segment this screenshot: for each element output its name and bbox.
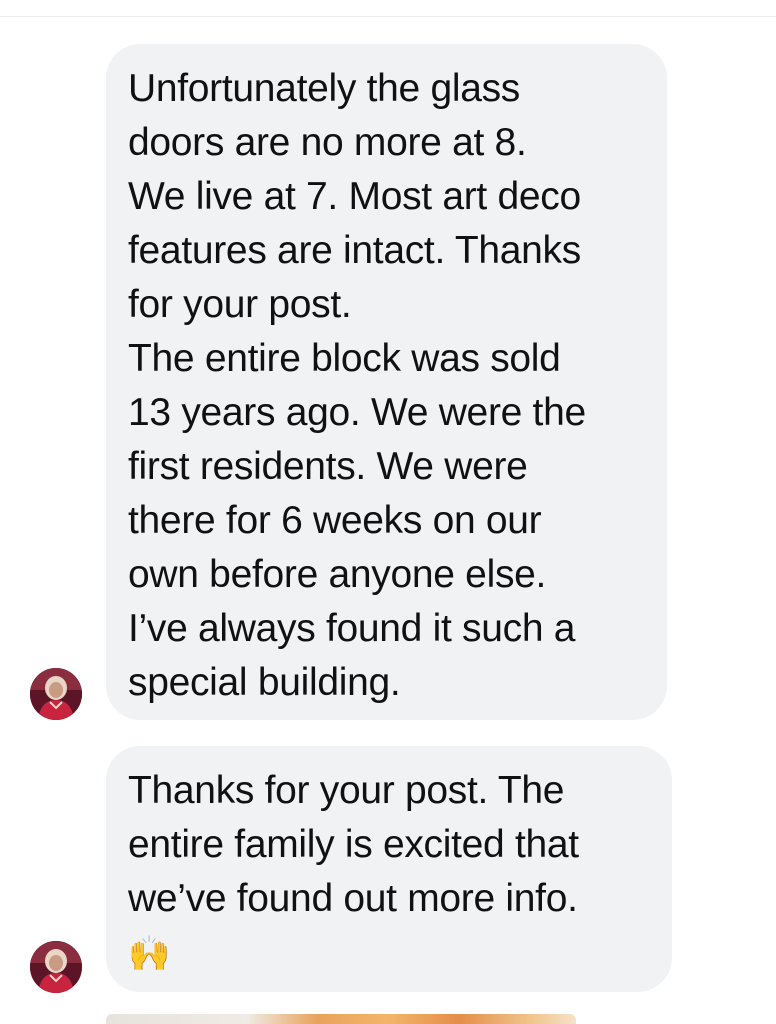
message-bubble[interactable]: Thanks for your post. The entire family … xyxy=(106,746,672,992)
next-message-image-preview[interactable] xyxy=(106,1014,576,1024)
message-text-line: We live at 7. Most art deco xyxy=(128,175,581,218)
emoji-line: 🙌 xyxy=(128,926,650,980)
message-text-line: there for 6 weeks on our xyxy=(128,499,542,542)
message-text-line: entire family is excited that xyxy=(128,823,579,866)
avatar[interactable] xyxy=(30,941,82,993)
message-bubble[interactable]: Unfortunately the glass doors are no mor… xyxy=(106,44,667,720)
raising-hands-icon: 🙌 xyxy=(128,935,171,973)
message-text-line: for your post. xyxy=(128,283,352,326)
message-text-line: Unfortunately the glass xyxy=(128,67,520,110)
message-text-line: we’ve found out more info. xyxy=(128,877,578,920)
message-text-line: features are intact. Thanks xyxy=(128,229,581,272)
message-text-line: I’ve always found it such a xyxy=(128,607,576,650)
message-text-line: own before anyone else. xyxy=(128,553,547,596)
avatar-photo-woman xyxy=(30,941,82,993)
avatar[interactable] xyxy=(30,668,82,720)
message-text-line: Thanks for your post. The xyxy=(128,769,565,812)
message-text-line: doors are no more at 8. xyxy=(128,121,527,164)
message-text-line: first residents. We were xyxy=(128,445,528,488)
top-divider xyxy=(0,16,776,17)
avatar-photo-woman xyxy=(30,668,82,720)
message-text-line: 13 years ago. We were the xyxy=(128,391,586,434)
message-text-line: special building. xyxy=(128,661,401,704)
message-text-line: The entire block was sold xyxy=(128,337,561,380)
